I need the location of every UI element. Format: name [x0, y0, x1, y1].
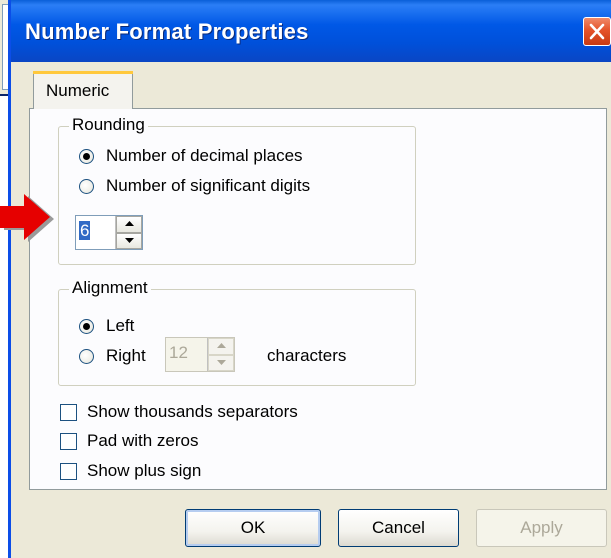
alignment-spin-up-button[interactable] — [208, 338, 234, 355]
dialog-title: Number Format Properties — [25, 19, 309, 44]
checkbox-thousands-separators-label: Show thousands separators — [87, 402, 298, 421]
rounding-spin-down-button[interactable] — [116, 232, 142, 249]
tab-panel-numeric: Rounding Number of decimal places Number… — [29, 108, 607, 490]
checkbox-thousands-separators[interactable]: Show thousands separators — [60, 402, 298, 422]
rounding-spin-up-button[interactable] — [116, 216, 142, 233]
rounding-digits-value: 6 — [79, 221, 91, 240]
checkbox-thousands-separators-box[interactable] — [60, 403, 77, 421]
spin-down-icon — [125, 237, 134, 243]
rounding-spin-buttons — [115, 216, 142, 249]
tab-numeric[interactable]: Numeric — [33, 71, 133, 109]
alignment-spin-down-button[interactable] — [208, 354, 234, 371]
radio-align-left-button[interactable] — [79, 318, 94, 334]
alignment-width-input[interactable]: 12 — [166, 338, 207, 371]
dialog-client-area: Numeric Rounding Number of decimal place… — [11, 62, 611, 558]
characters-label: characters — [267, 346, 347, 365]
radio-significant-digits-button[interactable] — [79, 178, 94, 194]
tab-numeric-label: Numeric — [46, 81, 110, 100]
alignment-width-spinner[interactable]: 12 — [165, 337, 235, 372]
rounding-digits-spinner[interactable]: 6 — [75, 215, 143, 250]
radio-significant-digits-label: Number of significant digits — [106, 176, 311, 195]
spin-down-icon — [217, 359, 226, 365]
radio-decimal-places-label: Number of decimal places — [106, 146, 303, 165]
alignment-group-title: Alignment — [69, 278, 151, 298]
number-format-dialog: Number Format Properties Numeric Roundin… — [8, 0, 611, 558]
radio-align-right-label: Right — [106, 346, 146, 365]
rounding-digits-input[interactable]: 6 — [76, 216, 115, 249]
radio-decimal-places-button[interactable] — [79, 148, 94, 164]
checkbox-plus-sign[interactable]: Show plus sign — [60, 461, 201, 481]
radio-align-right[interactable]: Right — [79, 346, 146, 366]
close-icon — [589, 23, 605, 40]
spin-up-icon — [217, 343, 226, 348]
checkbox-plus-sign-box[interactable] — [60, 462, 77, 480]
checkbox-pad-zeros[interactable]: Pad with zeros — [60, 431, 199, 451]
checkbox-plus-sign-label: Show plus sign — [87, 461, 202, 480]
radio-align-left[interactable]: Left — [79, 316, 134, 336]
apply-button[interactable]: Apply — [476, 509, 607, 547]
alignment-group: Alignment Left Right 12 characters — [58, 278, 416, 386]
title-bar[interactable]: Number Format Properties — [11, 0, 611, 62]
close-button[interactable] — [583, 17, 611, 46]
radio-align-left-label: Left — [106, 316, 135, 335]
radio-align-right-button[interactable] — [79, 348, 94, 364]
alignment-spin-buttons — [207, 338, 234, 371]
radio-decimal-places[interactable]: Number of decimal places — [79, 146, 303, 166]
radio-significant-digits[interactable]: Number of significant digits — [79, 176, 310, 196]
spin-up-icon — [125, 221, 134, 226]
checkbox-pad-zeros-label: Pad with zeros — [87, 431, 199, 450]
ok-button[interactable]: OK — [185, 509, 321, 547]
red-arrow-icon — [0, 194, 54, 242]
screen: Number Format Properties Numeric Roundin… — [0, 0, 611, 558]
checkbox-pad-zeros-box[interactable] — [60, 432, 77, 450]
rounding-group-title: Rounding — [69, 115, 148, 135]
cancel-button[interactable]: Cancel — [338, 509, 459, 547]
rounding-group: Rounding Number of decimal places Number… — [58, 115, 416, 265]
